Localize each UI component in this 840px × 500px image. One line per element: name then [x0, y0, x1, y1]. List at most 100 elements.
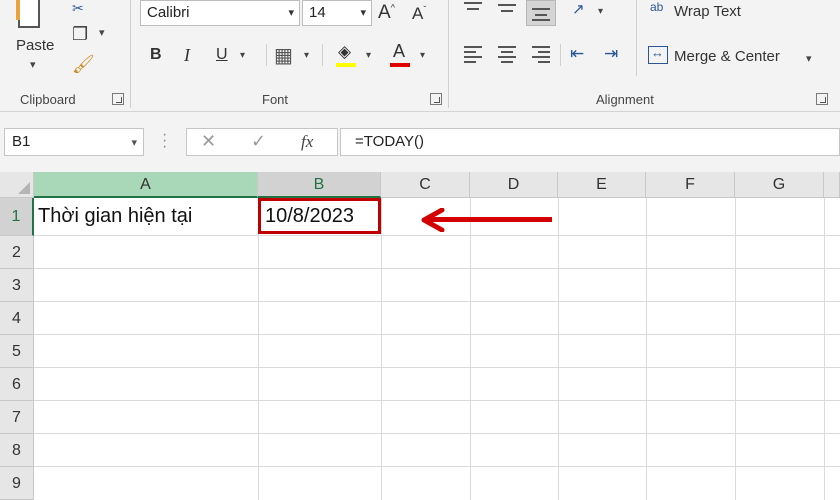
- font-dialog-launcher-icon[interactable]: [430, 93, 442, 105]
- orientation-dropdown-chevron-icon[interactable]: ▾: [598, 6, 603, 17]
- gridline: [34, 334, 840, 335]
- name-box[interactable]: B1 ▾: [4, 128, 144, 156]
- formula-bar-grip-icon[interactable]: · · ·: [162, 127, 168, 155]
- wrap-text-button[interactable]: Wrap Text: [674, 3, 741, 20]
- gridline: [558, 198, 559, 500]
- row-header-3[interactable]: 3: [0, 269, 34, 302]
- font-group-label: Font: [262, 92, 289, 107]
- copy-dropdown-chevron-icon[interactable]: ▾: [99, 26, 105, 39]
- gridline: [646, 198, 647, 500]
- gridline: [34, 367, 840, 368]
- fill-color-dropdown-chevron-icon[interactable]: ▾: [366, 50, 371, 61]
- borders-dropdown-chevron-icon[interactable]: ▾: [304, 50, 309, 61]
- alignment-group-label: Alignment: [596, 92, 654, 107]
- ribbon: Paste ▾ ✂ ❐ ▾ 🖌 Clipboard Calibri ▾ 14 ▾…: [0, 0, 840, 112]
- paste-icon[interactable]: [16, 0, 40, 28]
- column-header-d[interactable]: D: [470, 172, 558, 198]
- name-box-value: B1: [12, 133, 31, 150]
- row-header-1[interactable]: 1: [0, 198, 34, 236]
- merge-center-button[interactable]: Merge & Center: [674, 48, 780, 65]
- font-color-dropdown-chevron-icon[interactable]: ▾: [420, 50, 425, 61]
- column-header-f[interactable]: F: [646, 172, 735, 198]
- gridline: [34, 466, 840, 467]
- bottom-align-icon[interactable]: [532, 4, 550, 21]
- cell-a1[interactable]: Thời gian hiện tại: [38, 205, 192, 228]
- top-align-icon[interactable]: [464, 2, 482, 18]
- gridline: [824, 198, 825, 500]
- font-name-select[interactable]: Calibri ▾: [140, 0, 300, 26]
- underline-button[interactable]: U: [216, 46, 228, 64]
- cut-icon[interactable]: ✂: [72, 0, 84, 17]
- ribbon-separator: [636, 0, 637, 76]
- ribbon-separator: [266, 44, 267, 66]
- ribbon-separator: [130, 0, 131, 108]
- formula-bar-buttons: ✕ ✓ fx: [186, 128, 338, 156]
- font-color-button[interactable]: A: [393, 41, 405, 62]
- chevron-down-icon: ▾: [131, 137, 137, 149]
- font-size-select[interactable]: 14 ▾: [302, 0, 372, 26]
- font-name-value: Calibri: [147, 4, 190, 21]
- borders-icon[interactable]: ▦: [274, 43, 293, 68]
- column-header-c[interactable]: C: [381, 172, 470, 198]
- fill-color-icon[interactable]: ◈: [338, 42, 351, 62]
- font-color-swatch: [390, 63, 410, 67]
- gridline: [34, 268, 840, 269]
- column-header-g[interactable]: G: [735, 172, 824, 198]
- italic-button[interactable]: I: [184, 45, 190, 66]
- enter-icon[interactable]: ✓: [251, 131, 266, 152]
- fill-color-swatch: [336, 63, 356, 67]
- shrink-font-button[interactable]: Aˇ: [412, 4, 426, 24]
- merge-center-icon[interactable]: [648, 45, 668, 64]
- row-header-9[interactable]: 9: [0, 467, 34, 500]
- merge-dropdown-chevron-icon[interactable]: ▾: [806, 52, 812, 65]
- gridline: [34, 235, 840, 236]
- column-header-e[interactable]: E: [558, 172, 646, 198]
- gridline: [34, 433, 840, 434]
- cancel-icon[interactable]: ✕: [201, 131, 216, 152]
- font-size-value: 14: [309, 4, 326, 21]
- bold-button[interactable]: B: [150, 46, 162, 64]
- row-header-6[interactable]: 6: [0, 368, 34, 401]
- gridline: [735, 198, 736, 500]
- alignment-dialog-launcher-icon[interactable]: [816, 93, 828, 105]
- ribbon-separator: [448, 0, 449, 108]
- row-header-2[interactable]: 2: [0, 236, 34, 269]
- format-painter-icon[interactable]: 🖌: [72, 54, 95, 75]
- column-header-b[interactable]: B: [258, 172, 381, 198]
- gridline: [470, 198, 471, 500]
- formula-input[interactable]: =TODAY(): [340, 128, 840, 156]
- paste-dropdown-chevron-icon[interactable]: ▾: [30, 58, 36, 71]
- ribbon-separator: [560, 44, 561, 66]
- clipboard-dialog-launcher-icon[interactable]: [112, 93, 124, 105]
- row-header-7[interactable]: 7: [0, 401, 34, 434]
- formula-bar: B1 ▾ · · · ✕ ✓ fx =TODAY(): [0, 112, 840, 172]
- align-left-icon[interactable]: [464, 46, 482, 63]
- select-all-button[interactable]: [0, 172, 34, 198]
- copy-icon[interactable]: ❐: [72, 24, 88, 45]
- gridline: [258, 198, 259, 500]
- insert-function-button[interactable]: fx: [301, 132, 313, 152]
- ribbon-separator: [322, 44, 323, 66]
- decrease-indent-icon[interactable]: ⇤: [570, 44, 584, 64]
- gridline: [34, 301, 840, 302]
- middle-align-icon[interactable]: [498, 2, 516, 18]
- paste-button[interactable]: Paste: [16, 37, 54, 54]
- align-right-icon[interactable]: [532, 46, 550, 63]
- orientation-icon[interactable]: ↗: [572, 0, 585, 18]
- row-header-4[interactable]: 4: [0, 302, 34, 335]
- column-header-a[interactable]: A: [34, 172, 258, 198]
- increase-indent-icon[interactable]: ⇥: [604, 44, 618, 64]
- align-center-icon[interactable]: [498, 46, 516, 63]
- underline-dropdown-chevron-icon[interactable]: ▾: [240, 50, 245, 61]
- chevron-down-icon: ▾: [288, 7, 294, 19]
- row-header-8[interactable]: 8: [0, 434, 34, 467]
- chevron-down-icon: ▾: [360, 7, 366, 19]
- column-header-overflow[interactable]: [824, 172, 840, 198]
- grow-font-button[interactable]: A^: [378, 2, 395, 24]
- gridline: [34, 400, 840, 401]
- row-header-5[interactable]: 5: [0, 335, 34, 368]
- clipboard-group-label: Clipboard: [20, 92, 76, 107]
- wrap-text-icon[interactable]: ab: [650, 0, 663, 14]
- gridline: [381, 198, 382, 500]
- cell-b1[interactable]: 10/8/2023: [265, 205, 354, 228]
